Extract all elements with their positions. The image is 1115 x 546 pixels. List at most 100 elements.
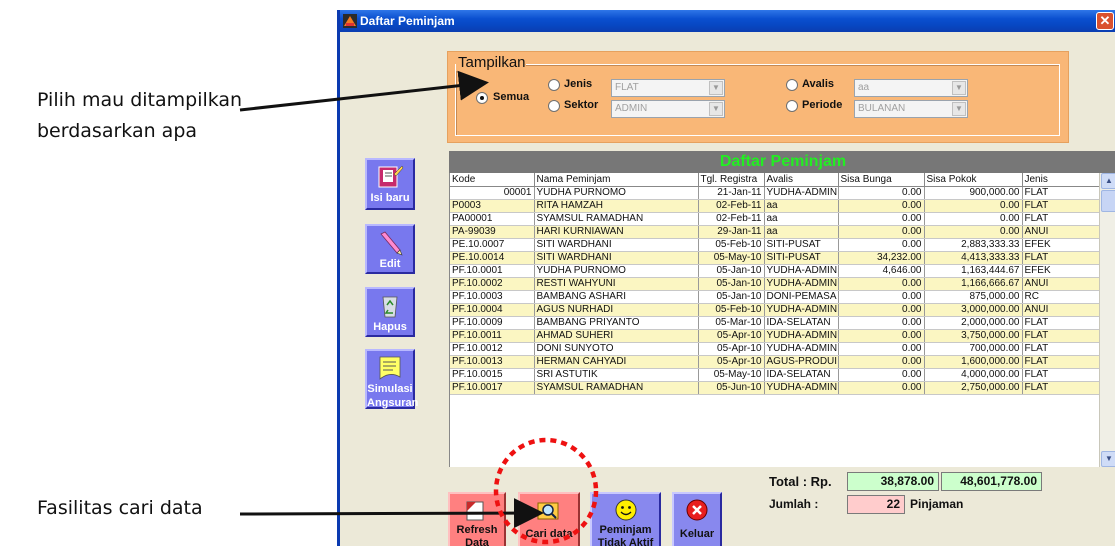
table-cell: DONI SUNYOTO: [534, 342, 699, 356]
cari-data-label: Cari data: [525, 528, 573, 540]
app-window: Daftar Peminjam ✕ Tampilkan Semua Jenis …: [337, 10, 1115, 546]
radio-sektor[interactable]: [548, 100, 560, 112]
keluar-button[interactable]: Keluar: [672, 492, 722, 546]
table-cell: SITI-PUSAT: [764, 238, 839, 252]
table-row[interactable]: PF.10.0009 BAMBANG PRIYANTO 05-Mar-10 IDA-S…: [450, 316, 1099, 330]
table-cell: 02-Feb-11: [698, 199, 765, 213]
table-row[interactable]: PF.10.0003 BAMBANG ASHARI 05-Jan-10 DONI-PE…: [450, 290, 1099, 304]
column-header[interactable]: Nama Peminjam: [534, 173, 699, 187]
table-cell: SITI WARDHANI: [534, 251, 699, 265]
radio-avalis[interactable]: [786, 79, 798, 91]
table-cell: 0.00: [838, 290, 925, 304]
table-cell: BAMBANG ASHARI: [534, 290, 699, 304]
table-row[interactable]: 00001 YUDHA PURNOMO 21-Jan-11 YUDHA-ADMIN 0.…: [450, 186, 1099, 200]
table-row[interactable]: PE.10.0014 SITI WARDHANI 05-May-10 SITI-PUS…: [450, 251, 1099, 265]
column-header[interactable]: Tgl. Registra: [698, 173, 765, 187]
table-cell: 0.00: [838, 381, 925, 395]
table-cell: 900,000.00: [924, 186, 1023, 200]
peminjam-label-1: Peminjam: [599, 524, 652, 536]
table-cell: PF.10.0002: [450, 277, 535, 291]
table-row[interactable]: PA-99039 HARI KURNIAWAN 29-Jan-11 aa 0.00 0.0…: [450, 225, 1099, 239]
avalis-select[interactable]: aa ▼: [854, 79, 968, 97]
table-cell: aa: [764, 225, 839, 239]
table-cell: HARI KURNIAWAN: [534, 225, 699, 239]
column-header[interactable]: Sisa Pokok: [924, 173, 1023, 187]
scroll-up-icon[interactable]: ▲: [1101, 173, 1115, 189]
peminjam-tidak-aktif-button[interactable]: Peminjam Tidak Aktif: [590, 492, 661, 546]
table-row[interactable]: PF.10.0015 SRI ASTUTIK 05-May-10 IDA-SELATA…: [450, 368, 1099, 382]
table-cell: FLAT: [1022, 316, 1099, 330]
hapus-button[interactable]: Hapus: [365, 287, 415, 337]
refresh-data-button[interactable]: Refresh Data: [448, 492, 506, 546]
column-header[interactable]: Avalis: [764, 173, 839, 187]
table-cell: FLAT: [1022, 199, 1099, 213]
sektor-select[interactable]: ADMIN ▼: [611, 100, 725, 118]
table-cell: RC: [1022, 290, 1099, 304]
table-row[interactable]: PF.10.0001 YUDHA PURNOMO 05-Jan-10 YUDHA-AD…: [450, 264, 1099, 278]
isi-baru-button[interactable]: Isi baru: [365, 158, 415, 210]
radio-avalis-label: Avalis: [802, 78, 835, 90]
table-row[interactable]: PF.10.0002 RESTI WAHYUNI 05-Jan-10 YUDHA-AD…: [450, 277, 1099, 291]
table-cell: 05-Jan-10: [698, 277, 765, 291]
search-icon: [537, 502, 559, 520]
chevron-down-icon[interactable]: ▼: [952, 102, 966, 116]
scroll-thumb[interactable]: [1101, 190, 1115, 212]
filter-panel: Tampilkan Semua Jenis FLAT ▼ Sektor ADMI…: [447, 51, 1069, 143]
table-cell: ANUI: [1022, 277, 1099, 291]
scroll-down-icon[interactable]: ▼: [1101, 451, 1115, 467]
table-cell: EFEK: [1022, 238, 1099, 252]
annotation-filter-note: Pilih mau ditampilkan berdasarkan apa: [37, 85, 242, 147]
jenis-select-value: FLAT: [615, 82, 639, 93]
edit-button[interactable]: Edit: [365, 224, 415, 274]
filter-frame: [455, 64, 1060, 136]
radio-jenis-label: Jenis: [564, 78, 593, 90]
pencil-icon: [380, 231, 403, 256]
table-cell: 05-Feb-10: [698, 303, 765, 317]
grid-scrollbar[interactable]: ▲ ▼: [1099, 173, 1115, 467]
refresh-label-1: Refresh: [456, 524, 498, 536]
table-cell: 4,000,000.00: [924, 368, 1023, 382]
radio-periode[interactable]: [786, 100, 798, 112]
table-row[interactable]: P0003 RITA HAMZAH 02-Feb-11 aa 0.00 0.00 FLAT: [450, 199, 1099, 213]
table-cell: 2,750,000.00: [924, 381, 1023, 395]
table-cell: FLAT: [1022, 342, 1099, 356]
table-cell: RESTI WAHYUNI: [534, 277, 699, 291]
table-row[interactable]: PF.10.0011 AHMAD SUHERI 05-Apr-10 YUDHA-ADM…: [450, 329, 1099, 343]
close-button[interactable]: ✕: [1096, 12, 1114, 30]
radio-semua[interactable]: [476, 92, 488, 104]
table-cell: 1,166,666.67: [924, 277, 1023, 291]
table-row[interactable]: PA00001 SYAMSUL RAMADHAN 02-Feb-11 aa 0.00 0.…: [450, 212, 1099, 226]
table-row[interactable]: PF.10.0012 DONI SUNYOTO 05-Apr-10 YUDHA-ADM…: [450, 342, 1099, 356]
table-body: 00001 YUDHA PURNOMO 21-Jan-11 YUDHA-ADMIN 0.…: [450, 186, 1099, 395]
peminjam-label-2: Tidak Aktif: [597, 537, 654, 546]
table-row[interactable]: PF.10.0017 SYAMSUL RAMADHAN 05-Jun-10 YUDHA…: [450, 381, 1099, 395]
borrower-grid[interactable]: Kode Nama Peminjam Tgl. Registra Avalis …: [449, 173, 1099, 467]
radio-jenis[interactable]: [548, 79, 560, 91]
refresh-document-icon: [466, 501, 484, 521]
periode-select[interactable]: BULANAN ▼: [854, 100, 968, 118]
title-bar[interactable]: Daftar Peminjam ✕: [340, 10, 1115, 32]
jenis-select[interactable]: FLAT ▼: [611, 79, 725, 97]
chevron-down-icon[interactable]: ▼: [709, 81, 723, 95]
column-header[interactable]: Kode: [450, 173, 535, 187]
simulasi-angsuran-button[interactable]: Simulasi Angsuran: [365, 349, 418, 409]
chevron-down-icon[interactable]: ▼: [709, 102, 723, 116]
column-header[interactable]: Sisa Bunga: [838, 173, 925, 187]
smiley-icon: [615, 499, 636, 521]
table-cell: SRI ASTUTIK: [534, 368, 699, 382]
table-row[interactable]: PF.10.0013 HERMAN CAHYADI 05-Apr-10 AGUS-PR…: [450, 355, 1099, 369]
table-cell: SITI WARDHANI: [534, 238, 699, 252]
cari-data-button[interactable]: Cari data: [518, 492, 580, 546]
table-cell: AGUS NURHADI: [534, 303, 699, 317]
table-row[interactable]: PF.10.0004 AGUS NURHADI 05-Feb-10 YUDHA-ADM…: [450, 303, 1099, 317]
table-row[interactable]: PE.10.0007 SITI WARDHANI 05-Feb-10 SITI-PUS…: [450, 238, 1099, 252]
table-cell: EFEK: [1022, 264, 1099, 278]
table-cell: 02-Feb-11: [698, 212, 765, 226]
chevron-down-icon[interactable]: ▼: [952, 81, 966, 95]
table-cell: 1,163,444.67: [924, 264, 1023, 278]
column-header[interactable]: Jenis: [1022, 173, 1099, 187]
table-cell: 0.00: [838, 303, 925, 317]
table-cell: 0.00: [924, 212, 1023, 226]
table-cell: PF.10.0003: [450, 290, 535, 304]
table-cell: FLAT: [1022, 355, 1099, 369]
